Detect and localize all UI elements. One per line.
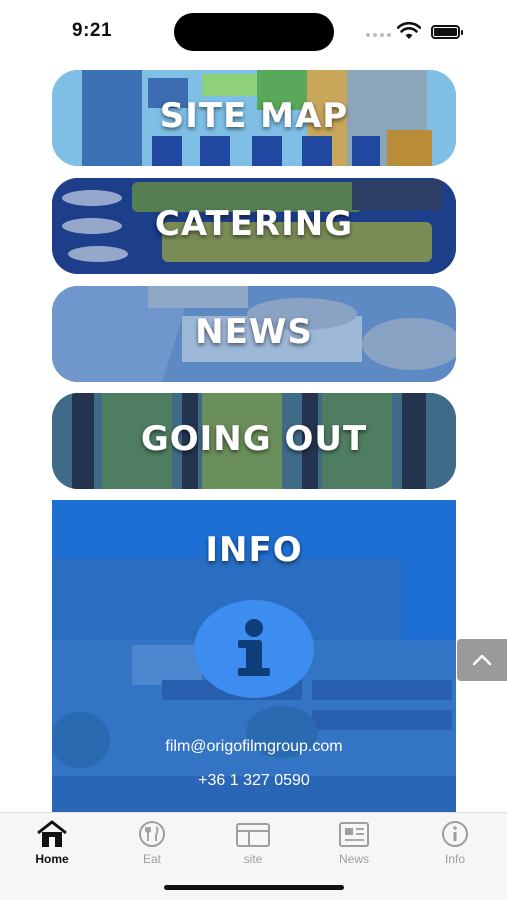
scroll-to-top-button[interactable] xyxy=(457,639,507,681)
battery-icon xyxy=(431,25,463,39)
info-circle-icon xyxy=(442,821,468,847)
tab-home[interactable]: Home xyxy=(12,819,92,866)
news-tile[interactable]: NEWS xyxy=(52,286,456,382)
tab-info-label: Info xyxy=(444,852,465,866)
info-email-link[interactable]: film@origofilmgroup.com xyxy=(52,738,456,756)
tab-site-label: site xyxy=(243,852,263,866)
chevron-up-icon xyxy=(472,654,492,666)
info-phone-link[interactable]: +36 1 327 0590 xyxy=(52,772,456,790)
tab-news-label: News xyxy=(338,852,369,866)
info-tile[interactable]: INFO film@origofilmgroup.com +36 1 327 0… xyxy=(52,500,456,812)
status-time: 9:21 xyxy=(72,20,113,41)
tab-home-label: Home xyxy=(35,852,69,866)
fork-knife-icon xyxy=(139,821,165,847)
wifi-icon xyxy=(397,22,421,39)
info-label: INFO xyxy=(205,530,303,570)
going-out-label: GOING OUT xyxy=(140,419,368,459)
catering-label: CATERING xyxy=(154,204,354,244)
catering-tile[interactable]: CATERING xyxy=(52,178,456,274)
going-out-tile[interactable]: GOING OUT xyxy=(52,393,456,489)
site-map-label: SITE MAP xyxy=(159,96,349,136)
site-map-tile[interactable]: SITE MAP xyxy=(52,70,456,166)
layout-icon xyxy=(236,823,270,847)
tab-info[interactable]: Info xyxy=(415,819,495,866)
status-bar: 9:21 xyxy=(0,0,507,60)
info-icon xyxy=(194,600,314,698)
cellular-signal-icon xyxy=(366,33,391,37)
home-icon xyxy=(37,820,67,847)
tab-eat[interactable]: Eat xyxy=(112,819,192,866)
tab-eat-label: Eat xyxy=(142,852,161,866)
tab-news[interactable]: News xyxy=(314,819,394,866)
newspaper-icon xyxy=(339,822,369,847)
news-label: NEWS xyxy=(195,312,313,352)
dynamic-island xyxy=(174,13,334,51)
home-indicator xyxy=(164,885,344,890)
tab-site[interactable]: site xyxy=(213,819,293,866)
